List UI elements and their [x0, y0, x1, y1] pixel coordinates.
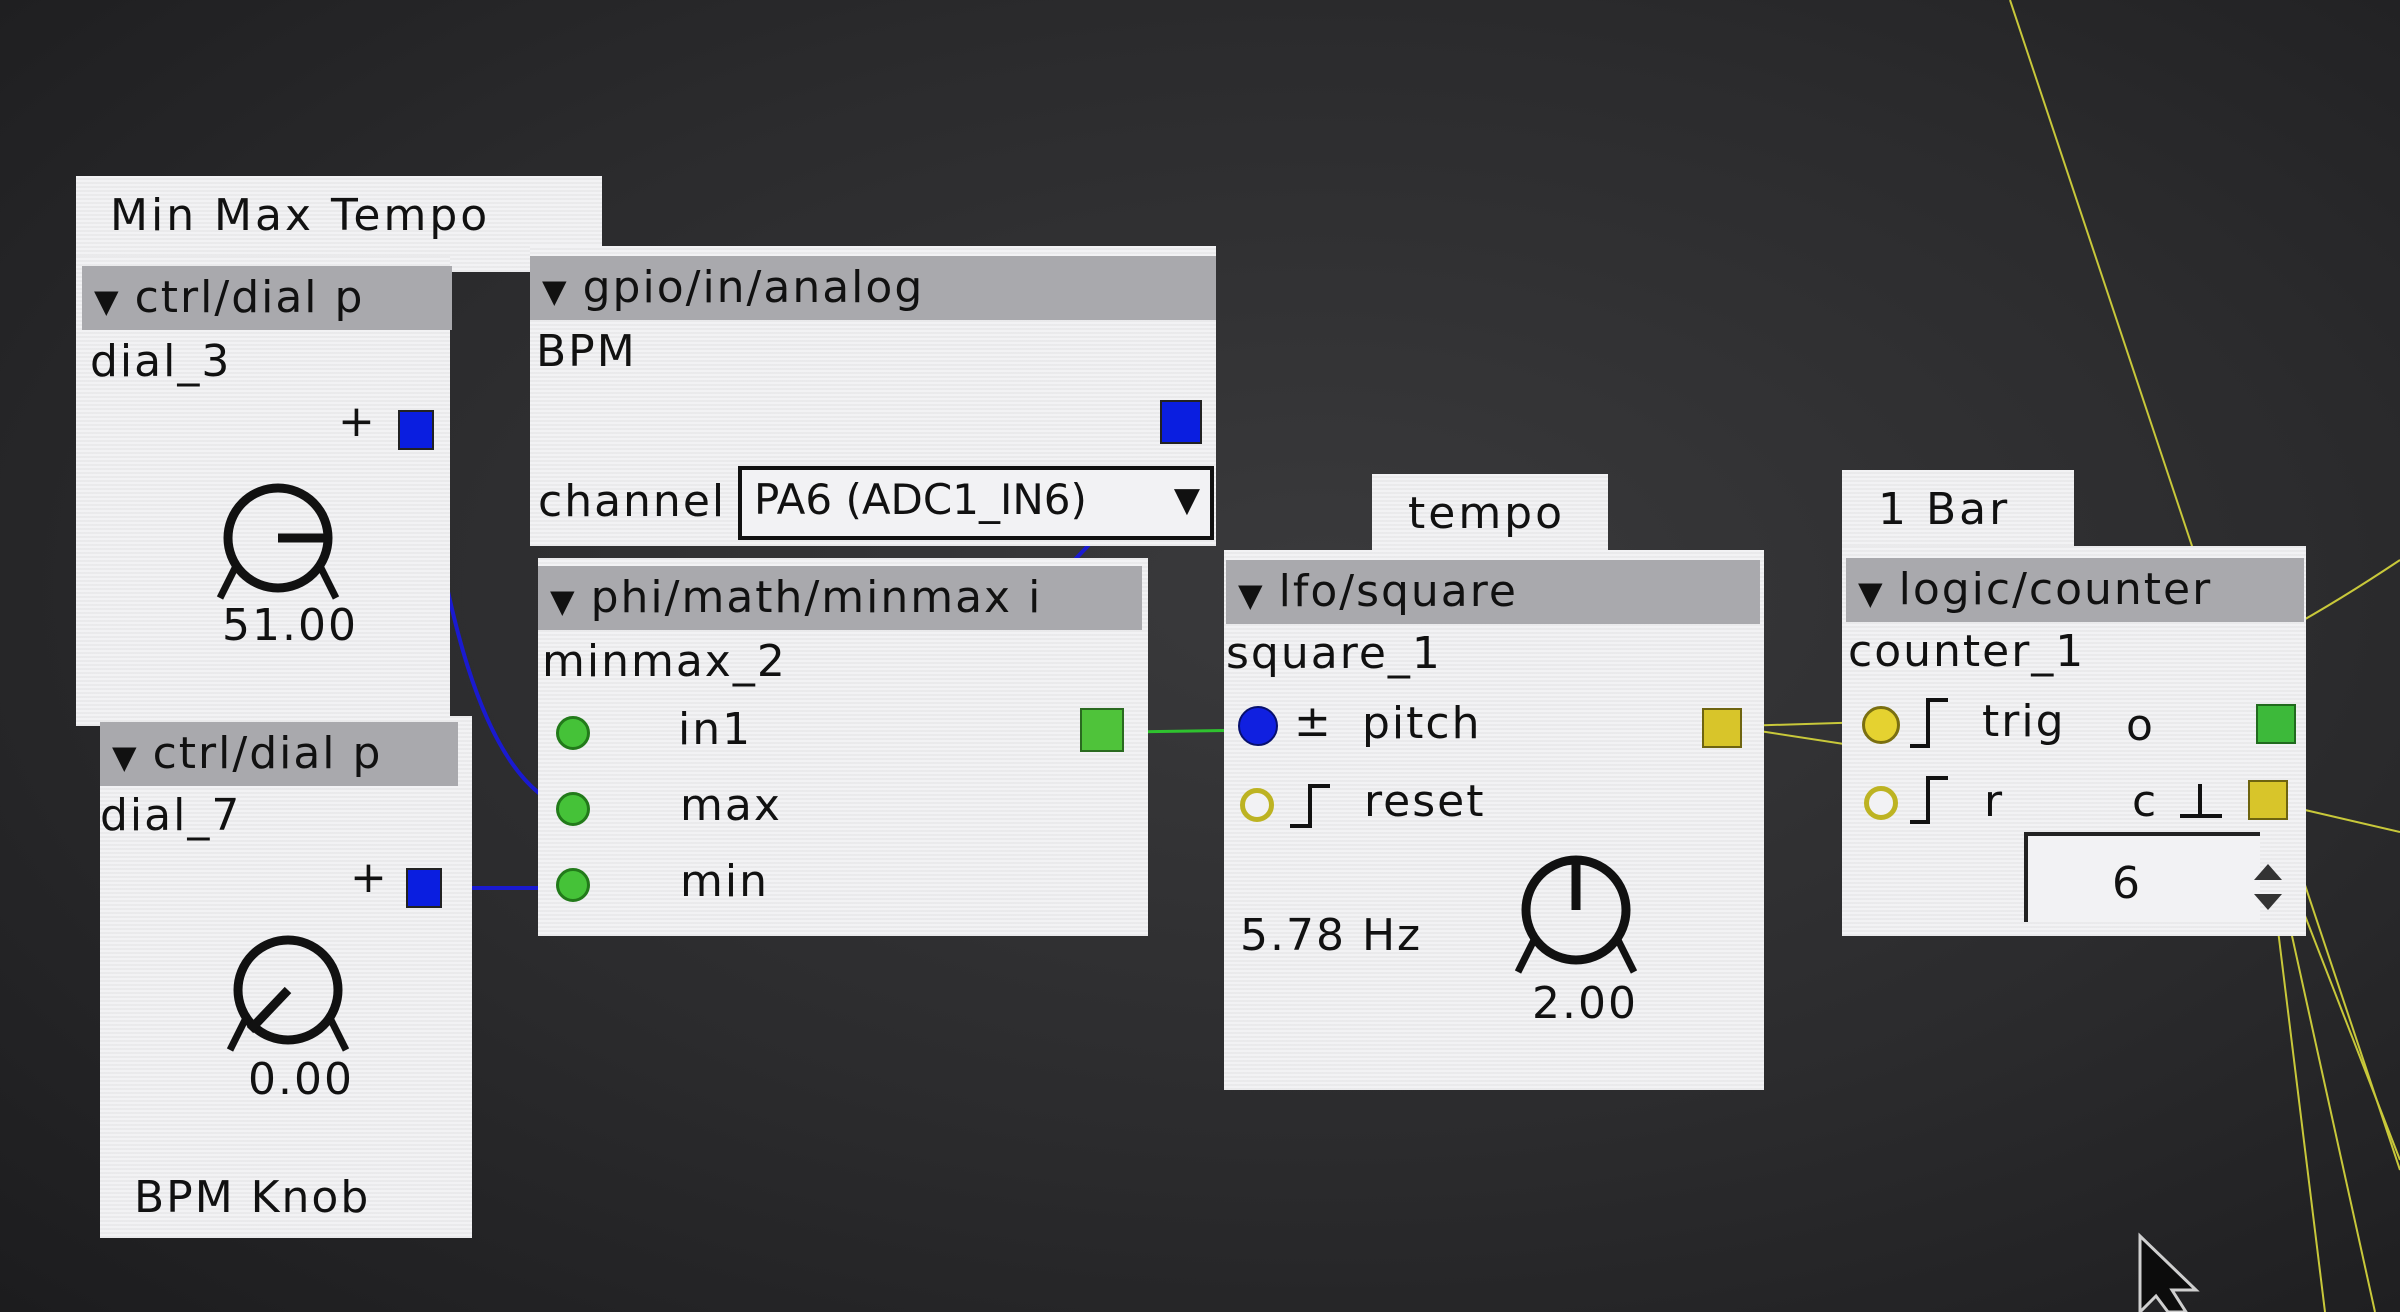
- arrow-cursor-icon: [2138, 1232, 2200, 1312]
- patch-canvas[interactable]: Min Max Tempo ▼ ctrl/dial p dial_3 + 51.0…: [0, 0, 2400, 1312]
